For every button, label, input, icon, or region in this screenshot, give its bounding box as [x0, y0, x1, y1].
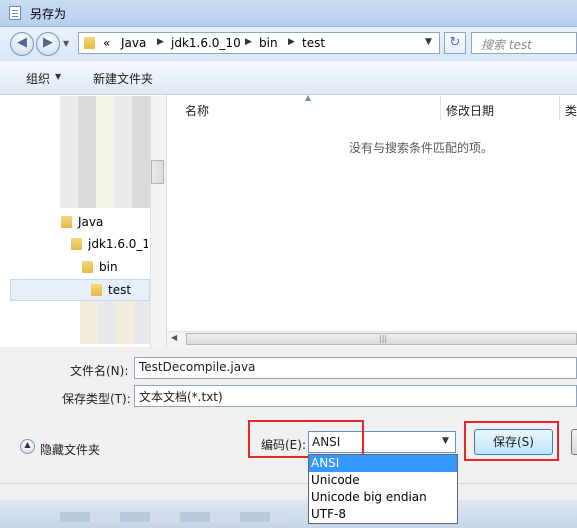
- folder-icon: [91, 284, 102, 296]
- column-header-type[interactable]: 类: [565, 102, 577, 119]
- arrow-left-icon: ◀: [17, 35, 27, 50]
- chevron-up-icon: ▲: [24, 440, 31, 449]
- refresh-button[interactable]: ↻: [444, 32, 466, 54]
- scroll-left-icon[interactable]: ◀: [171, 333, 177, 342]
- column-divider[interactable]: [559, 96, 560, 120]
- folder-icon: [61, 216, 72, 228]
- blurred-region: [60, 96, 150, 208]
- column-header-name[interactable]: 名称: [185, 102, 209, 119]
- chevron-right-icon[interactable]: ▶: [157, 37, 164, 47]
- column-divider[interactable]: [440, 96, 441, 120]
- encoding-option-ansi[interactable]: ANSI: [309, 455, 457, 472]
- encoding-option-unicode[interactable]: Unicode: [309, 472, 457, 489]
- blurred-region: [80, 300, 160, 344]
- caret-down-icon[interactable]: ▼: [442, 436, 449, 446]
- vertical-scrollbar[interactable]: [150, 96, 166, 348]
- annotation-highlight: [248, 420, 364, 458]
- scrollbar-thumb[interactable]: [151, 160, 164, 184]
- notepad-icon: [9, 6, 21, 20]
- address-dropdown-icon[interactable]: ▼: [425, 37, 432, 47]
- caret-down-icon[interactable]: ▼: [55, 72, 61, 81]
- chevron-right-icon[interactable]: ▶: [288, 37, 295, 47]
- folder-icon: [71, 238, 82, 250]
- filename-label: 文件名(N):: [70, 364, 129, 378]
- breadcrumb-bin[interactable]: bin: [259, 36, 278, 50]
- save-type-label: 保存类型(T):: [62, 392, 131, 406]
- breadcrumb-test[interactable]: test: [302, 36, 325, 50]
- grip-icon: |||: [379, 334, 388, 343]
- forward-button[interactable]: ▶: [36, 32, 60, 56]
- encoding-option-utf8[interactable]: UTF-8: [309, 506, 457, 523]
- folder-icon: [84, 37, 95, 49]
- file-list[interactable]: [167, 95, 577, 347]
- window-title: 另存为: [30, 7, 67, 21]
- new-folder-button[interactable]: 新建文件夹: [93, 70, 153, 87]
- empty-message: 没有与搜索条件匹配的项。: [349, 141, 494, 155]
- hide-folders-toggle[interactable]: 隐藏文件夹: [40, 441, 100, 458]
- sort-ascending-icon: ▲: [305, 93, 312, 102]
- title-bar: [0, 0, 577, 27]
- refresh-icon: ↻: [449, 35, 461, 50]
- toolbar: [0, 62, 577, 95]
- tree-item-bin[interactable]: bin: [99, 260, 118, 274]
- back-button[interactable]: ◀: [10, 32, 34, 56]
- history-dropdown-icon[interactable]: ▼: [63, 39, 69, 48]
- arrow-right-icon: ▶: [43, 35, 53, 50]
- folder-icon: [82, 261, 93, 273]
- encoding-option-unicode-big-endian[interactable]: Unicode big endian: [309, 489, 457, 506]
- breadcrumb-jdk[interactable]: jdk1.6.0_10: [171, 36, 241, 50]
- blurred-region: [60, 512, 290, 522]
- search-placeholder: 搜索 test: [481, 38, 532, 52]
- divider: [0, 483, 577, 484]
- breadcrumb-java[interactable]: Java: [121, 36, 146, 50]
- annotation-highlight: [464, 421, 559, 461]
- organize-button[interactable]: 组织: [26, 70, 50, 87]
- save-type-select[interactable]: 文本文档(*.txt): [134, 385, 577, 407]
- tree-item-jdk[interactable]: jdk1.6.0_10: [88, 237, 148, 251]
- breadcrumb-overflow[interactable]: «: [103, 36, 110, 50]
- column-header-date[interactable]: 修改日期: [446, 102, 494, 119]
- tree-item-test[interactable]: test: [108, 283, 131, 297]
- cancel-button[interactable]: [571, 429, 577, 455]
- filename-input[interactable]: TestDecompile.java: [134, 357, 577, 379]
- collapse-button[interactable]: ▲: [20, 439, 35, 454]
- chevron-right-icon[interactable]: ▶: [245, 37, 252, 47]
- tree-item-java[interactable]: Java: [78, 215, 103, 229]
